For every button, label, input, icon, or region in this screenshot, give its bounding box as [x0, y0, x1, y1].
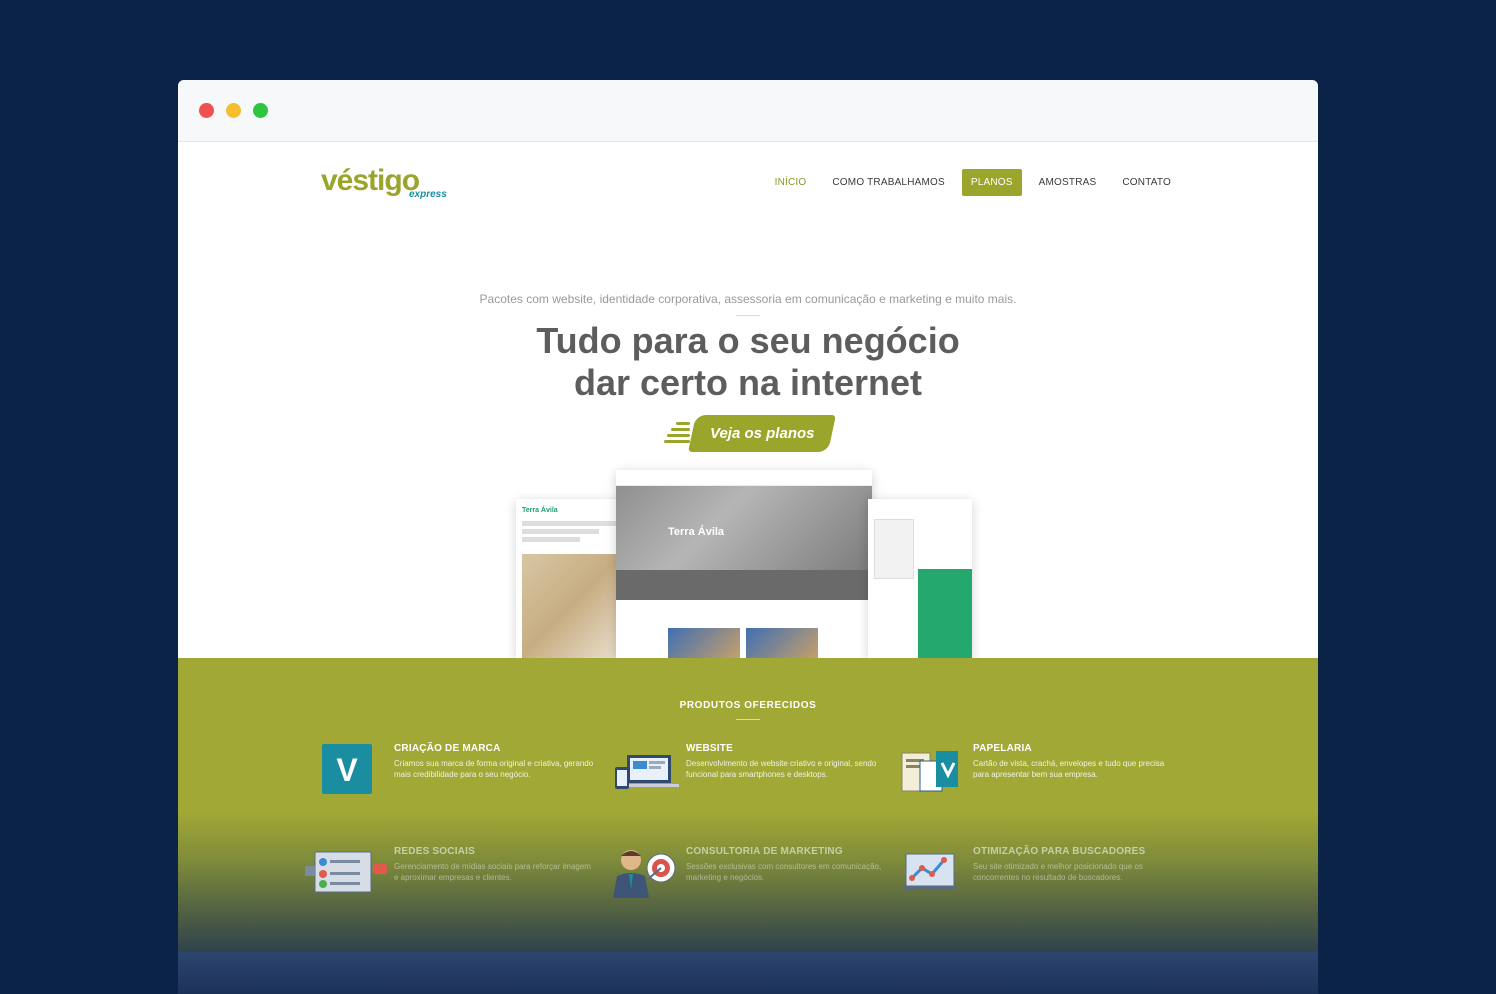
product-description: Desenvolvimento de website criativo e or… [686, 759, 877, 779]
mockup-site-title: Terra Ávila [668, 526, 725, 538]
stationery-mockup [868, 499, 972, 659]
cta-group: Veja os planos [664, 415, 836, 453]
product-description: Sessões exclusivas com consultores em co… [686, 862, 882, 882]
see-plans-button[interactable]: Veja os planos [688, 415, 836, 452]
stationery-icon [900, 743, 964, 795]
logo-wordmark: véstigo [321, 164, 420, 197]
product-title: CONSULTORIA DE MARKETING [686, 846, 843, 857]
nav-item-planos[interactable]: PLANOS [961, 169, 1022, 196]
product-title: WEBSITE [686, 743, 733, 754]
next-section-band [178, 952, 1318, 994]
website-mockup: Terra Ávila [616, 470, 872, 660]
product-description: Gerenciamento de mídias sociais para ref… [394, 862, 591, 882]
product-title: OTIMIZAÇÃO PARA BUSCADORES [973, 846, 1146, 857]
mockup-left-brand: Terra Ávila [522, 507, 558, 514]
see-plans-label: Veja os planos [709, 425, 815, 442]
hero-title-line-1: Tudo para o seu negócio [536, 320, 960, 361]
webpage: véstigo express INÍCIO COMO TRABALHAMOS … [178, 142, 1318, 994]
hero-title: Tudo para o seu negócio dar certo na int… [178, 320, 1318, 404]
product-description: Criamos sua marca de forma original e cr… [394, 759, 594, 779]
product-description: Cartão de vista, crachá, envelopes e tud… [973, 759, 1165, 779]
mockup-site-header [616, 470, 872, 486]
mockup-site-hero: Terra Ávila [616, 486, 872, 570]
window-titlebar [178, 80, 1318, 142]
mockup-site-band [616, 570, 872, 600]
product-title: PAPELARIA [973, 743, 1032, 754]
speed-lines-icon [664, 422, 690, 448]
close-window-button[interactable] [199, 103, 214, 118]
nav-item-contato[interactable]: CONTATO [1113, 169, 1180, 196]
hero-title-line-2: dar certo na internet [573, 362, 923, 403]
product-item[interactable]: WEBSITE Desenvolvimento de website criat… [613, 743, 876, 803]
product-title: REDES SOCIAIS [394, 846, 475, 857]
social-post-mockup: Terra Ávila [516, 499, 626, 659]
mockup-folder [918, 569, 972, 659]
hero-subtitle: Pacotes com website, identidade corporat… [479, 292, 1017, 306]
devices-icon [613, 743, 679, 795]
seo-chart-icon [900, 846, 964, 898]
site-logo[interactable]: véstigo express [321, 164, 451, 204]
product-item[interactable]: PAPELARIA Cartão de vista, crachá, envel… [900, 743, 1164, 803]
nav-item-como-trabalhamos[interactable]: COMO TRABALHAMOS [823, 169, 953, 196]
products-divider [736, 719, 760, 720]
product-item[interactable]: OTIMIZAÇÃO PARA BUSCADORES Seu site otim… [900, 846, 1160, 906]
product-item[interactable]: V CRIAÇÃO DE MARCA Criamos sua marca de … [321, 743, 593, 803]
product-item[interactable]: REDES SOCIAIS Gerenciamento de mídias so… [305, 846, 591, 906]
main-nav: INÍCIO COMO TRABALHAMOS PLANOS AMOSTRAS … [758, 169, 1180, 196]
social-network-icon [305, 846, 387, 898]
brand-v-icon: V [321, 743, 385, 795]
mockup-site-thumb [746, 628, 818, 660]
nav-item-inicio[interactable]: INÍCIO [766, 169, 816, 196]
hero-divider [736, 315, 760, 316]
nav-item-amostras[interactable]: AMOSTRAS [1030, 169, 1106, 196]
svg-text:V: V [336, 752, 358, 788]
browser-window: véstigo express INÍCIO COMO TRABALHAMOS … [178, 80, 1318, 994]
mockup-left-image [522, 554, 618, 659]
logo-subtext: express [409, 189, 447, 200]
consultant-target-icon [613, 846, 677, 898]
mockup-left-text-block [522, 521, 618, 542]
mockup-site-thumb [668, 628, 740, 660]
product-item[interactable]: CONSULTORIA DE MARKETING Sessões exclusi… [613, 846, 881, 906]
maximize-window-button[interactable] [253, 103, 268, 118]
product-title: CRIAÇÃO DE MARCA [394, 743, 501, 754]
mockup-business-card [874, 519, 914, 579]
products-section: PRODUTOS OFERECIDOS V CRIAÇÃO DE MARCA C… [178, 658, 1318, 994]
minimize-window-button[interactable] [226, 103, 241, 118]
products-title: PRODUTOS OFERECIDOS [679, 700, 817, 711]
product-description: Seu site otimizado e melhor posicionado … [973, 862, 1143, 882]
